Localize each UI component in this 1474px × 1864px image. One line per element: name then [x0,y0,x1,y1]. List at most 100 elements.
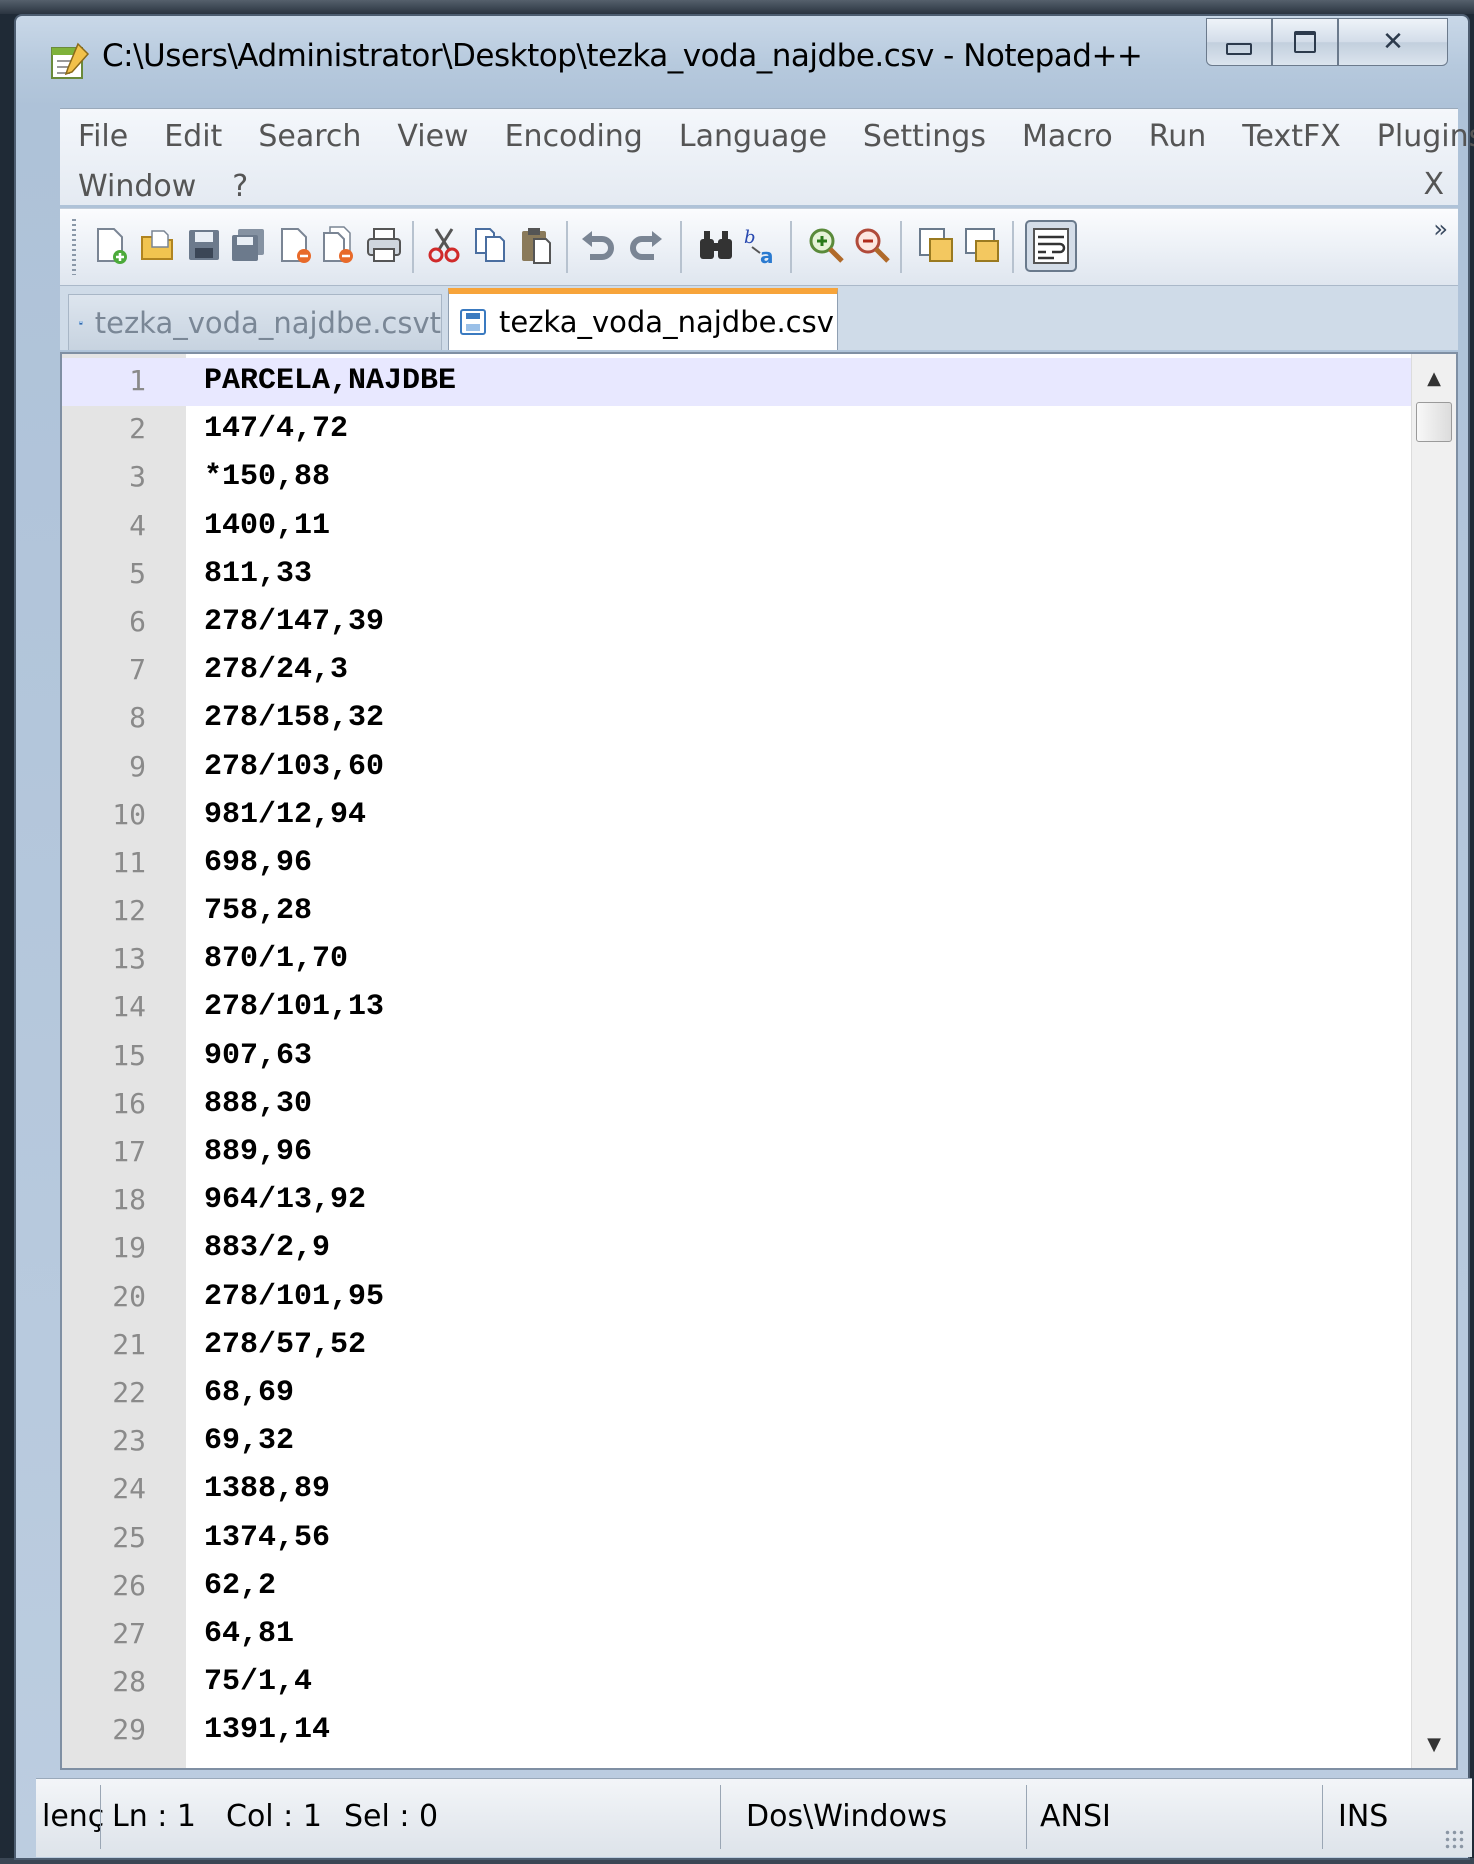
find-icon[interactable] [696,225,736,265]
menu-encoding[interactable]: Encoding [487,115,661,159]
editor-area[interactable]: 1 PARCELA,NAJDBE 2 147/4,72 3 *150,88 4 1400,11… [60,352,1458,1770]
code-line[interactable]: 11 698,96 [62,840,1414,888]
zoom-in-icon[interactable] [806,225,846,265]
line-text: 278/147,39 [204,604,385,639]
menu-file[interactable]: File [60,115,146,159]
title-bar[interactable]: C:\Users\Administrator\Desktop\tezka_vod… [16,16,1468,98]
menu-settings[interactable]: Settings [845,115,1004,159]
code-line[interactable]: 28 75/1,4 [62,1659,1414,1707]
new-file-icon[interactable] [90,225,130,265]
code-line[interactable]: 29 1391,14 [62,1707,1414,1755]
line-number: 1 [129,364,146,397]
line-number: 18 [112,1183,146,1217]
close-document-button[interactable]: X [1423,167,1444,202]
redo-icon[interactable] [626,225,666,265]
line-text: PARCELA,NAJDBE [204,364,457,398]
line-text: 147/4,72 [204,412,349,447]
line-text: 1391,14 [204,1713,331,1748]
code-line[interactable]: 19 883/2,9 [62,1225,1414,1273]
scroll-down-arrow-icon[interactable]: ▼ [1412,1724,1456,1764]
paste-icon[interactable] [516,225,556,265]
code-line[interactable]: 21 278/57,52 [62,1322,1414,1370]
menu-edit[interactable]: Edit [146,115,240,159]
code-line[interactable]: 26 62,2 [62,1563,1414,1611]
line-number: 16 [112,1086,146,1120]
code-line[interactable]: 16 888,30 [62,1081,1414,1129]
saved-file-icon [460,309,486,335]
code-line[interactable]: 5 811,33 [62,551,1414,599]
close-button[interactable]: ✕ [1338,18,1448,66]
code-line[interactable]: 15 907,63 [62,1033,1414,1081]
toolbar-overflow-button[interactable]: » [1433,215,1448,243]
sync-horizontal-icon[interactable] [962,225,1002,265]
code-line[interactable]: 18 964/13,92 [62,1177,1414,1225]
tab-tezka-voda-najdbe-csvt[interactable]: tezka_voda_najdbe.csvt [68,294,442,350]
line-text: 62,2 [204,1568,277,1603]
code-line[interactable]: 13 870/1,70 [62,936,1414,984]
code-line[interactable]: 9 278/103,60 [62,744,1414,792]
code-line[interactable]: 7 278/24,3 [62,647,1414,695]
toolbar: b a » [60,208,1458,286]
code-line[interactable]: 2 147/4,72 [62,406,1414,454]
code-line[interactable]: 22 68,69 [62,1370,1414,1418]
undo-icon[interactable] [578,225,618,265]
menu-window[interactable]: Window [60,165,214,209]
menu-run[interactable]: Run [1131,115,1225,159]
code-line[interactable]: 14 278/101,13 [62,984,1414,1032]
code-line[interactable]: 17 889,96 [62,1129,1414,1177]
scroll-up-arrow-icon[interactable]: ▲ [1412,358,1456,398]
svg-text:b: b [744,227,756,248]
open-file-icon[interactable] [138,225,178,265]
code-line[interactable]: 3 *150,88 [62,454,1414,502]
copy-icon[interactable] [470,225,510,265]
line-text: 278/57,52 [204,1327,367,1362]
menu-macro[interactable]: Macro [1004,115,1131,159]
toolbar-grip[interactable] [72,219,76,275]
line-text: 870/1,70 [204,942,349,977]
menu-textfx[interactable]: TextFX [1224,115,1358,159]
replace-icon[interactable]: b a [742,225,782,265]
save-all-icon[interactable] [228,225,268,265]
code-line[interactable]: 8 278/158,32 [62,695,1414,743]
menu-help[interactable]: ? [214,165,266,209]
print-icon[interactable] [364,225,404,265]
line-number: 22 [112,1375,146,1409]
code-line[interactable]: 20 278/101,95 [62,1274,1414,1322]
toolbar-separator [412,221,414,273]
line-text: 758,28 [204,894,313,929]
line-text: 811,33 [204,556,313,591]
menu-view[interactable]: View [379,115,486,159]
code-line[interactable]: 6 278/147,39 [62,599,1414,647]
code-line[interactable]: 10 981/12,94 [62,792,1414,840]
zoom-out-icon[interactable] [852,225,892,265]
menu-language[interactable]: Language [661,115,845,159]
code-line[interactable]: 12 758,28 [62,888,1414,936]
code-line[interactable]: 4 1400,11 [62,503,1414,551]
line-number: 24 [112,1472,146,1506]
code-line[interactable]: 1 PARCELA,NAJDBE [62,358,1414,407]
code-line[interactable]: 24 1388,89 [62,1466,1414,1514]
code-line[interactable]: 27 64,81 [62,1611,1414,1659]
code-line[interactable]: 23 69,32 [62,1418,1414,1466]
vertical-scrollbar[interactable]: ▲ ▼ [1411,354,1456,1768]
line-number: 11 [112,845,146,879]
line-number: 29 [112,1713,146,1747]
code-line[interactable]: 25 1374,56 [62,1515,1414,1563]
menu-plugins[interactable]: Plugins [1359,115,1474,159]
word-wrap-icon[interactable] [1024,219,1078,273]
maximize-button[interactable] [1272,18,1338,66]
resize-grip-icon[interactable] [1444,1829,1466,1851]
close-all-icon[interactable] [318,225,358,265]
menu-search[interactable]: Search [240,115,379,159]
status-length: lenç [42,1799,105,1834]
line-text: 278/103,60 [204,749,385,784]
scrollbar-thumb[interactable] [1416,402,1452,442]
status-separator [1026,1785,1027,1849]
save-icon[interactable] [184,225,224,265]
line-number: 5 [129,556,146,590]
sync-vertical-icon[interactable] [916,225,956,265]
minimize-button[interactable] [1206,18,1272,66]
tab-tezka-voda-najdbe-csv[interactable]: tezka_voda_najdbe.csv [448,288,838,350]
close-file-icon[interactable] [274,225,314,265]
cut-icon[interactable] [424,225,464,265]
